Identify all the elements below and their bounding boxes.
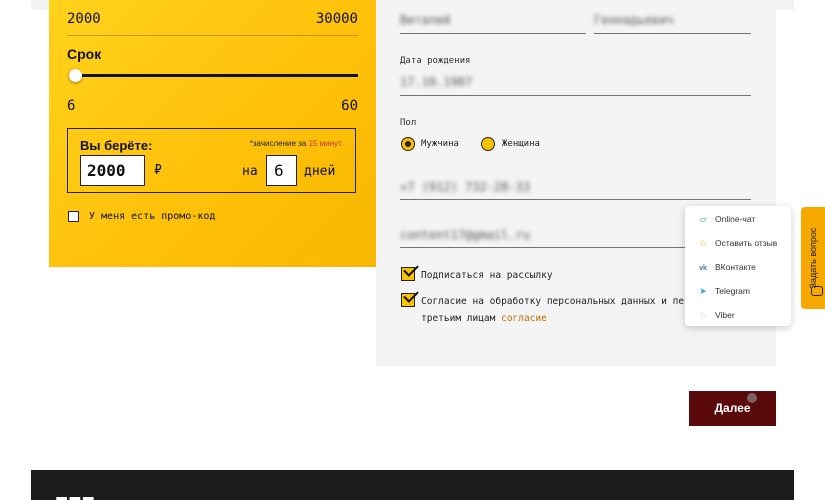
telegram-icon: ➤	[699, 286, 707, 296]
chat-menu-label: ВКонтакте	[715, 262, 756, 272]
next-button[interactable]: Далее	[689, 391, 776, 426]
take-label: Вы берёте:	[80, 138, 153, 153]
subscribe-checkbox[interactable]	[401, 267, 415, 281]
chat-menu-label: Telegram	[715, 286, 750, 296]
credit-note-time: 15 минут.	[308, 139, 343, 148]
speech-bubble-icon	[811, 286, 823, 296]
credit-note-prefix: *зачисление за	[249, 139, 307, 148]
footer-logo: ■■■	[55, 491, 95, 500]
vk-icon: vk	[699, 265, 707, 272]
first-name-underline	[400, 33, 586, 34]
phone-input[interactable]: +7 (912) 732-28-33	[400, 180, 530, 194]
chat-menu-item-viber[interactable]: ◌ Viber	[697, 310, 735, 320]
consent-checkbox[interactable]	[401, 293, 415, 307]
gender-male-label[interactable]: Мужчина	[421, 139, 459, 149]
cursor-dot-icon	[747, 393, 757, 403]
amount-input[interactable]: 2000	[80, 155, 145, 186]
days-label: дней	[304, 164, 336, 179]
viber-icon: ◌	[700, 310, 706, 320]
birth-date-underline	[400, 95, 751, 96]
amount-max-label: 30000	[315, 11, 358, 27]
amount-slider-line	[67, 35, 358, 36]
footer: ■■■	[31, 470, 794, 500]
loan-summary-box: Вы берёте: *зачисление за 15 минут. 2000…	[67, 128, 356, 193]
term-slider-track[interactable]	[69, 74, 358, 77]
consent-link[interactable]: согласие	[501, 313, 547, 324]
patronymic-input[interactable]: Геннадьевич	[594, 13, 673, 27]
star-icon: ☆	[698, 238, 708, 248]
contact-popup-menu: ▱ Online-чат ☆ Оставить отзыв vk ВКонтакте …	[685, 206, 791, 326]
credit-time-note: *зачисление за 15 минут.	[250, 139, 343, 148]
chat-menu-item-online-chat[interactable]: ▱ Online-чат	[697, 214, 756, 225]
loan-calculator-panel: 2000 30000 Срок 6 60 Вы берёте: *зачисле…	[49, 0, 376, 267]
term-slider-thumb[interactable]	[69, 69, 82, 82]
gender-female-label[interactable]: Женщина	[502, 139, 540, 149]
gender-female-radio[interactable]	[481, 137, 495, 151]
chat-menu-label: Viber	[715, 310, 735, 320]
patronymic-underline	[594, 33, 751, 34]
consent-label-line2: третьим лицам согласие	[421, 313, 547, 324]
chat-menu-label: Online-чат	[715, 214, 756, 224]
email-input[interactable]: content17@gmail.ru	[400, 228, 530, 242]
amount-min-label: 2000	[67, 11, 101, 27]
chat-icon: ▱	[699, 214, 707, 224]
term-label: Срок	[67, 46, 102, 62]
term-min-label: 6	[67, 98, 76, 114]
term-max-label: 60	[341, 98, 358, 114]
first-name-input[interactable]: Виталий	[400, 13, 451, 27]
chat-menu-item-review[interactable]: ☆ Оставить отзыв	[697, 238, 777, 249]
gender-label: Пол	[400, 118, 417, 128]
chat-menu-label: Оставить отзыв	[715, 238, 778, 248]
phone-underline	[400, 199, 751, 200]
for-label: на	[242, 164, 258, 179]
consent-third-parties: третьим лицам	[421, 313, 496, 324]
consent-label[interactable]: Согласие на обработку персональных данны…	[421, 296, 684, 307]
subscribe-label[interactable]: Подписаться на рассылку	[421, 270, 553, 281]
gender-male-radio[interactable]	[401, 137, 415, 151]
birth-date-input[interactable]: 17.10.1987	[400, 75, 472, 89]
email-underline	[400, 247, 700, 248]
chat-menu-item-vk[interactable]: vk ВКонтакте	[697, 262, 756, 272]
chat-menu-item-telegram[interactable]: ➤ Telegram	[697, 286, 750, 297]
currency-label: ₽	[154, 163, 162, 178]
birth-date-label: Дата рождения	[400, 56, 471, 66]
ask-question-label[interactable]: Задать вопрос	[808, 228, 818, 289]
days-input[interactable]: 6	[266, 155, 297, 186]
promo-code-checkbox[interactable]	[68, 211, 79, 222]
promo-code-label[interactable]: У меня есть промо-код	[89, 211, 215, 222]
